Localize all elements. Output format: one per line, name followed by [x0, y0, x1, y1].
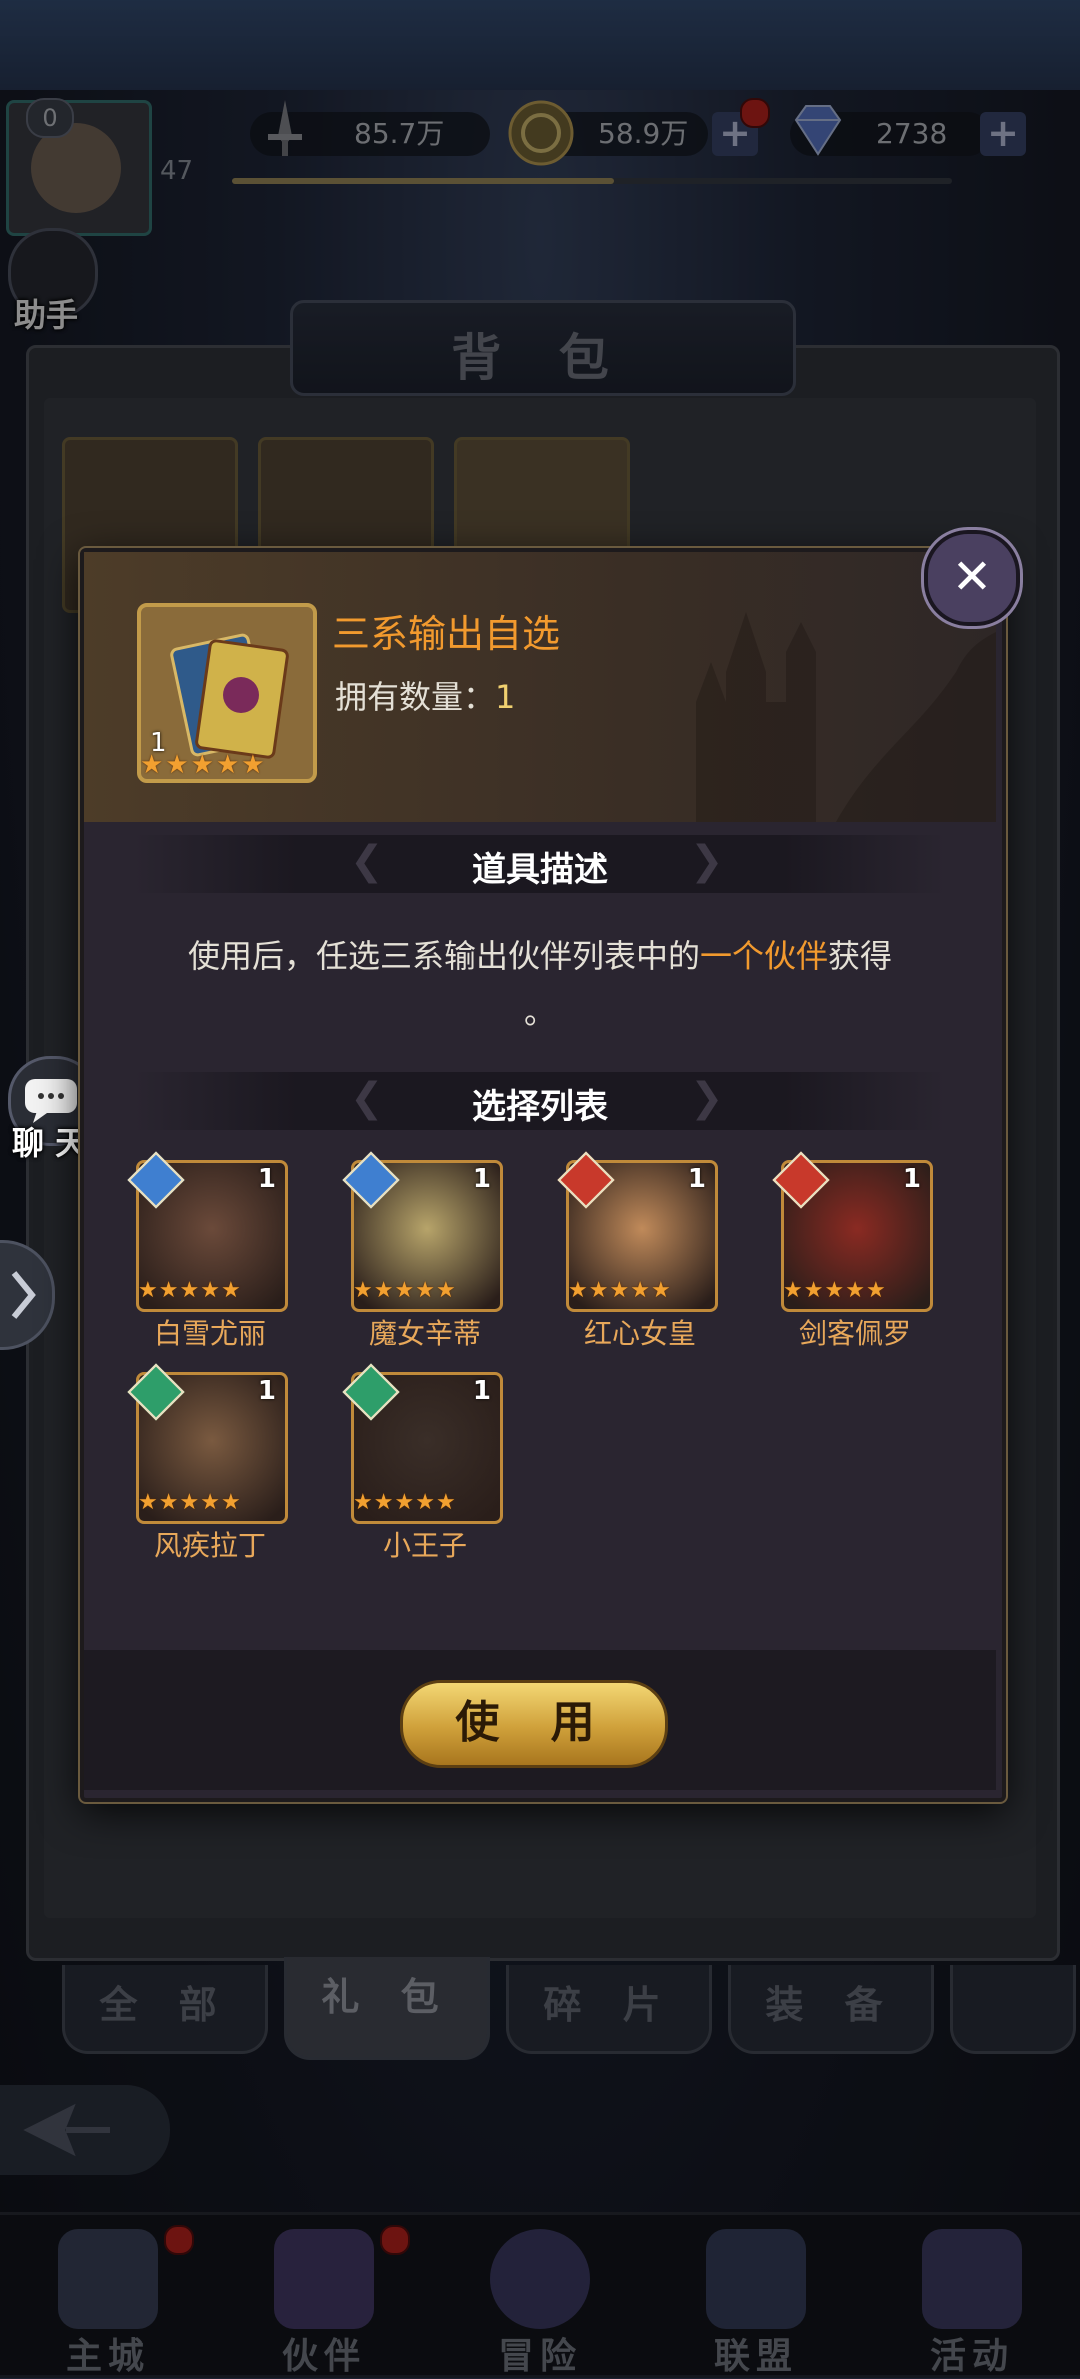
item-name: 三系输出自选 — [332, 612, 561, 656]
desc-text-end: 获得 — [828, 937, 893, 975]
star-icon: ★ — [158, 1490, 179, 1515]
desc-text: 使用后，任选三系输出伙伴列表中的 — [187, 937, 700, 975]
star-icon: ★ — [200, 1490, 220, 1515]
star-icon: ★ — [373, 1278, 394, 1303]
hero-stars: ★ ★ ★ ★ ★ — [568, 1280, 671, 1302]
star-icon: ★ — [803, 1278, 824, 1303]
hero-count: 1 — [472, 1164, 491, 1194]
item-stars: ★ ★ ★ ★ ★ — [140, 752, 265, 778]
star-icon: ★ — [179, 1278, 200, 1303]
star-icon: ★ — [165, 750, 189, 780]
chat-label: 聊 天 — [12, 1124, 88, 1162]
star-icon: ★ — [435, 1278, 456, 1303]
hero-name: 小王子 — [382, 1529, 467, 1562]
hero-stars: ★ ★ ★ ★ ★ — [138, 1280, 241, 1302]
star-icon: ★ — [783, 1278, 803, 1303]
item-description: 使用后，任选三系输出伙伴列表中的一个伙伴获得 。 — [120, 928, 960, 1040]
star-icon: ★ — [353, 1278, 373, 1303]
hero-card[interactable]: 1 ★ ★ ★ ★ ★ 白雪尤丽 — [127, 1151, 290, 1360]
hero-stars: ★ ★ ★ ★ ★ — [783, 1280, 886, 1302]
star-icon: ★ — [138, 1278, 158, 1303]
star-icon: ★ — [220, 1490, 241, 1515]
star-icon: ★ — [353, 1490, 373, 1515]
star-icon: ★ — [630, 1278, 650, 1303]
star-icon: ★ — [394, 1278, 415, 1303]
star-icon: ★ — [140, 750, 164, 780]
star-icon: ★ — [215, 750, 240, 780]
hero-count: 1 — [472, 1376, 491, 1406]
hero-card[interactable]: 1 ★ ★ ★ ★ ★ 红心女皇 — [557, 1151, 720, 1360]
desc-title: 道具描述 — [472, 850, 608, 890]
star-icon: ★ — [845, 1278, 865, 1303]
hero-name: 剑客佩罗 — [798, 1317, 911, 1350]
star-icon: ★ — [435, 1490, 456, 1515]
star-icon: ★ — [394, 1490, 415, 1515]
star-icon: ★ — [865, 1278, 886, 1303]
desc-period: 。 — [523, 993, 556, 1031]
own-label: 拥有数量： — [335, 678, 496, 716]
star-icon: ★ — [138, 1490, 158, 1515]
star-icon: ★ — [588, 1278, 609, 1303]
star-icon: ★ — [158, 1278, 179, 1303]
star-icon: ★ — [568, 1278, 588, 1303]
star-icon: ★ — [179, 1490, 200, 1515]
star-icon: ★ — [241, 750, 265, 780]
hero-card[interactable]: 1 ★ ★ ★ ★ ★ 小王子 — [342, 1363, 505, 1572]
star-icon: ★ — [190, 750, 214, 780]
star-icon: ★ — [824, 1278, 845, 1303]
star-icon: ★ — [609, 1278, 630, 1303]
chevron-right-icon — [11, 1271, 36, 1319]
star-icon: ★ — [650, 1278, 671, 1303]
hero-count: 1 — [257, 1164, 276, 1194]
hero-count: 1 — [257, 1376, 276, 1406]
hero-stars: ★ ★ ★ ★ ★ — [138, 1492, 241, 1514]
expand-side-button[interactable] — [0, 1240, 55, 1350]
hero-name: 风疾拉丁 — [153, 1529, 266, 1562]
hero-name: 魔女辛蒂 — [368, 1317, 481, 1350]
desc-highlight: 一个伙伴 — [699, 937, 828, 975]
close-button[interactable]: ✕ — [924, 530, 1020, 626]
hero-stars: ★ ★ ★ ★ ★ — [353, 1280, 456, 1302]
hero-card[interactable]: 1 ★ ★ ★ ★ ★ 风疾拉丁 — [127, 1363, 290, 1572]
own-count-value: 1 — [495, 678, 516, 716]
star-icon: ★ — [200, 1278, 220, 1303]
hero-name: 白雪尤丽 — [153, 1317, 266, 1350]
hero-count: 1 — [687, 1164, 706, 1194]
hero-card[interactable]: 1 ★ ★ ★ ★ ★ 魔女辛蒂 — [342, 1151, 505, 1360]
star-icon: ★ — [415, 1278, 435, 1303]
hero-card[interactable]: 1 ★ ★ ★ ★ ★ 剑客佩罗 — [772, 1151, 935, 1360]
use-button[interactable]: 使 用 — [400, 1680, 668, 1768]
hero-stars: ★ ★ ★ ★ ★ — [353, 1492, 456, 1514]
item-own-count: 拥有数量：1 — [335, 672, 515, 718]
hero-count: 1 — [902, 1164, 921, 1194]
star-icon: ★ — [373, 1490, 394, 1515]
list-title: 选择列表 — [472, 1087, 608, 1127]
hero-name: 红心女皇 — [583, 1317, 696, 1350]
star-icon: ★ — [415, 1490, 435, 1515]
star-icon: ★ — [220, 1278, 241, 1303]
